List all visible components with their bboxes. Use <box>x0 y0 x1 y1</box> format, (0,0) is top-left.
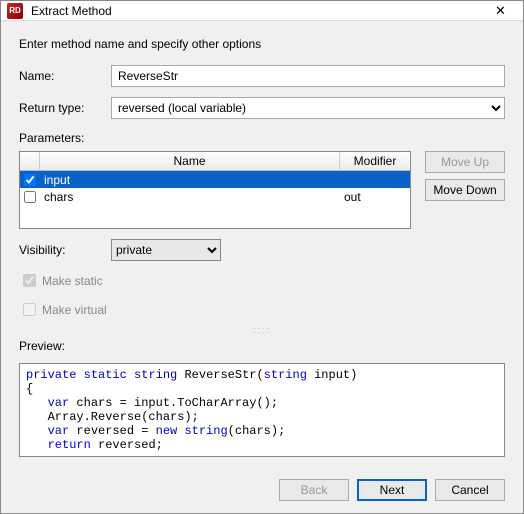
make-static-label: Make static <box>42 274 103 288</box>
close-icon[interactable]: ✕ <box>478 1 523 20</box>
return-type-row: Return type: reversed (local variable) <box>19 97 505 119</box>
make-virtual-checkbox[interactable] <box>23 303 36 316</box>
preview-pane: private static string ReverseStr(string … <box>19 363 505 457</box>
param-modifier: out <box>340 190 410 204</box>
param-name: input <box>40 173 340 187</box>
next-button[interactable]: Next <box>357 479 427 501</box>
visibility-select[interactable]: private <box>111 239 221 261</box>
col-name[interactable]: Name <box>40 152 340 170</box>
move-down-button[interactable]: Move Down <box>425 179 505 201</box>
window-title: Extract Method <box>31 4 478 18</box>
name-input[interactable] <box>111 65 505 87</box>
parameters-header: Name Modifier <box>20 152 410 171</box>
name-row: Name: <box>19 65 505 87</box>
back-button[interactable]: Back <box>279 479 349 501</box>
parameters-label: Parameters: <box>19 131 505 145</box>
preview-label: Preview: <box>19 339 505 353</box>
return-type-label: Return type: <box>19 101 111 115</box>
dialog-body: Enter method name and specify other opti… <box>1 21 523 467</box>
col-modifier[interactable]: Modifier <box>340 152 410 170</box>
title-bar: RD Extract Method ✕ <box>1 1 523 21</box>
parameters-table[interactable]: Name Modifier input chars out <box>19 151 411 229</box>
param-checkbox[interactable] <box>24 191 36 203</box>
reorder-controls: Move Up Move Down <box>425 151 505 229</box>
dialog-subtitle: Enter method name and specify other opti… <box>19 37 505 51</box>
param-checkbox[interactable] <box>24 174 36 186</box>
make-virtual-label: Make virtual <box>42 303 107 317</box>
visibility-label: Visibility: <box>19 243 111 257</box>
dialog-footer: Back Next Cancel <box>1 467 523 513</box>
move-up-button[interactable]: Move Up <box>425 151 505 173</box>
name-label: Name: <box>19 69 111 83</box>
param-name: chars <box>40 190 340 204</box>
return-type-select[interactable]: reversed (local variable) <box>111 97 505 119</box>
resize-grip-icon[interactable]: :::: <box>247 325 277 333</box>
make-virtual-row: Make virtual <box>19 300 505 319</box>
visibility-row: Visibility: private <box>19 239 505 261</box>
make-static-row: Make static <box>19 271 505 290</box>
app-icon: RD <box>7 3 23 19</box>
make-static-checkbox[interactable] <box>23 274 36 287</box>
cancel-button[interactable]: Cancel <box>435 479 505 501</box>
table-row[interactable]: chars out <box>20 188 410 205</box>
table-row[interactable]: input <box>20 171 410 188</box>
